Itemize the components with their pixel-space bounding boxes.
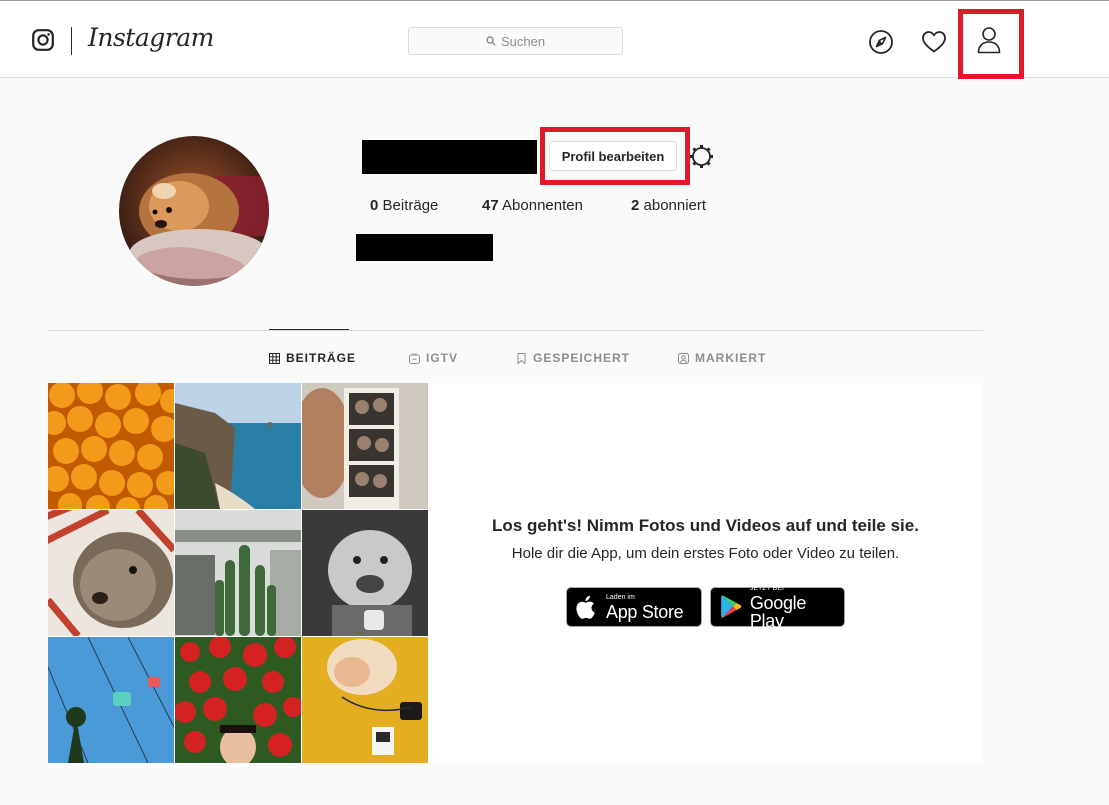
search-placeholder: Suchen <box>500 33 546 49</box>
tagged-icon <box>678 352 689 364</box>
instagram-wordmark[interactable]: Instagram <box>88 23 214 52</box>
sample-photo-grid <box>48 383 428 763</box>
apple-icon <box>576 595 595 619</box>
search-input[interactable]: Suchen <box>408 27 623 55</box>
tab-tagged[interactable]: MARKIERT <box>678 351 766 365</box>
tab-posts[interactable]: BEITRÄGE <box>269 351 356 365</box>
following-count: 2 <box>631 197 640 214</box>
grid-icon <box>269 352 280 364</box>
sample-photo-cat <box>302 637 428 763</box>
top-nav-bar: Instagram Suchen <box>0 1 1109 78</box>
username-redacted <box>362 140 537 174</box>
tab-tagged-label: MARKIERT <box>695 351 767 365</box>
followers-count: 47 <box>482 197 499 214</box>
empty-state-title: Los geht's! Nimm Fotos und Videos auf un… <box>492 516 919 535</box>
igtv-icon <box>409 352 420 364</box>
following-count-stat[interactable]: 2 abonniert <box>631 197 706 214</box>
following-label: abonniert <box>643 197 707 214</box>
sample-photo-dog <box>48 510 174 636</box>
profile-icon-highlight-box <box>958 9 1024 79</box>
google-play-icon <box>721 595 742 618</box>
sample-photo-baby <box>302 510 428 636</box>
profile-avatar[interactable] <box>119 136 269 286</box>
posts-label: Beiträge <box>382 197 439 214</box>
edit-profile-highlight-box <box>540 127 690 185</box>
followers-label: Abonnenten <box>502 197 583 214</box>
empty-state-subtitle: Hole dir die App, um dein erstes Foto od… <box>511 545 900 562</box>
sample-photo-oranges <box>48 383 174 509</box>
tabs-divider <box>48 330 983 331</box>
fullname-redacted <box>356 234 493 261</box>
app-store-big-text: App Store <box>606 601 684 622</box>
google-play-big-text: Google Play <box>749 592 807 631</box>
tab-igtv-label: IGTV <box>426 351 459 365</box>
instagram-glyph-icon[interactable] <box>32 29 54 51</box>
sample-photo-cable-cars <box>48 637 174 763</box>
followers-count-stat[interactable]: 47 Abonnenten <box>482 197 583 214</box>
posts-count: 0 <box>370 197 379 214</box>
app-store-small-text: Laden im <box>606 593 635 601</box>
bookmark-icon <box>517 352 526 364</box>
app-store-button[interactable]: Laden im App Store <box>566 587 702 627</box>
tab-igtv[interactable]: IGTV <box>409 351 458 365</box>
search-icon <box>486 36 496 46</box>
tab-saved[interactable]: GESPEICHERT <box>516 351 630 365</box>
posts-count-stat: 0 Beiträge <box>370 197 438 214</box>
gear-icon[interactable] <box>689 144 714 169</box>
heart-icon[interactable] <box>921 29 947 55</box>
google-play-small-text: JETZT BEI <box>749 584 784 592</box>
google-play-button[interactable]: JETZT BEI Google Play <box>710 584 845 631</box>
active-tab-indicator <box>269 329 349 330</box>
compass-icon[interactable] <box>868 29 894 55</box>
sample-photo-photobooth <box>302 383 428 509</box>
sample-photo-cactus <box>175 510 301 636</box>
sample-photo-coast <box>175 383 301 509</box>
logo-divider <box>71 27 72 55</box>
tab-saved-label: GESPEICHERT <box>533 351 631 365</box>
sample-photo-flowers <box>175 637 301 763</box>
tab-posts-label: BEITRÄGE <box>286 351 357 365</box>
